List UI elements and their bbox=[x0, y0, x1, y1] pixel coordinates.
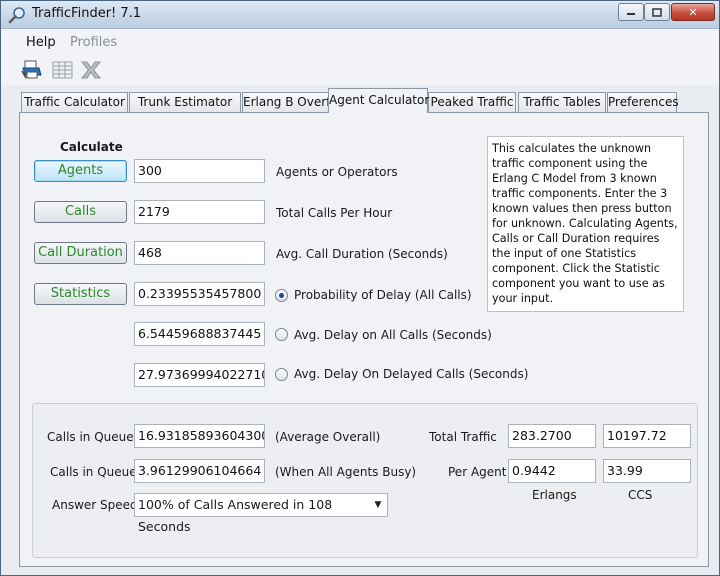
answer-speed-label: Answer Speed bbox=[52, 498, 138, 512]
minimize-button[interactable] bbox=[618, 3, 644, 21]
close-icon: ✕ bbox=[688, 5, 698, 19]
total-traffic-ccs-field: 10197.72 bbox=[603, 424, 691, 448]
avg-delay-all-radio[interactable] bbox=[275, 328, 288, 341]
window-title: TrafficFinder! 7.1 bbox=[32, 6, 142, 21]
answer-speed-select[interactable]: 100% of Calls Answered in 108 Seconds ▼ bbox=[134, 493, 388, 534]
ccs-unit-label: CCS bbox=[628, 488, 653, 502]
avg-delay-delayed-field[interactable]: 27.97369994022710 bbox=[134, 363, 265, 387]
menu-bar: Help Profiles bbox=[1, 29, 719, 55]
per-agent-ccs-field: 33.99 bbox=[603, 459, 691, 483]
chevron-down-icon[interactable]: ▼ bbox=[369, 494, 387, 516]
call-duration-field[interactable]: 468 bbox=[134, 241, 265, 265]
calculate-heading: Calculate bbox=[60, 140, 123, 154]
excel-icon[interactable] bbox=[79, 59, 103, 81]
results-group bbox=[32, 403, 698, 558]
probability-of-delay-label: Probability of Delay (All Calls) bbox=[294, 288, 472, 302]
probability-of-delay-field[interactable]: 0.23395535457800 bbox=[134, 282, 265, 306]
calls-in-queue-busy-field: 3.96129906104664 bbox=[134, 459, 265, 483]
agents-button[interactable]: Agents bbox=[34, 160, 127, 182]
average-overall-note: (Average Overall) bbox=[275, 430, 381, 444]
spreadsheet-icon[interactable] bbox=[51, 59, 75, 81]
agents-field[interactable]: 300 bbox=[134, 159, 265, 183]
call-duration-label: Avg. Call Duration (Seconds) bbox=[276, 247, 448, 261]
agents-label: Agents or Operators bbox=[276, 165, 398, 179]
title-bar: TrafficFinder! 7.1 ✕ bbox=[1, 1, 719, 29]
calls-in-queue-label: Calls in Queue bbox=[47, 430, 134, 444]
call-duration-button[interactable]: Call Duration bbox=[34, 242, 127, 264]
avg-delay-all-label: Avg. Delay on All Calls (Seconds) bbox=[294, 328, 492, 342]
tab-trunk-estimator[interactable]: Trunk Estimator bbox=[129, 92, 241, 113]
print-icon[interactable] bbox=[21, 59, 45, 81]
close-button[interactable]: ✕ bbox=[671, 3, 715, 21]
app-window: TrafficFinder! 7.1 ✕ Help Profiles Traff… bbox=[0, 0, 720, 576]
toolbar bbox=[1, 55, 719, 85]
magnifier-app-icon bbox=[8, 6, 26, 24]
tab-agent-calculator[interactable]: Agent Calculator bbox=[328, 88, 429, 113]
calls-button[interactable]: Calls bbox=[34, 201, 127, 223]
tab-traffic-tables[interactable]: Traffic Tables bbox=[518, 92, 606, 113]
maximize-button[interactable] bbox=[644, 3, 670, 21]
info-description: This calculates the unknown traffic comp… bbox=[487, 136, 684, 312]
avg-delay-delayed-label: Avg. Delay On Delayed Calls (Seconds) bbox=[294, 367, 529, 381]
calls-label: Total Calls Per Hour bbox=[276, 206, 393, 220]
all-agents-busy-note: (When All Agents Busy) bbox=[275, 465, 417, 479]
calls-in-queue-overall-field: 16.93185893604300 bbox=[134, 424, 265, 448]
probability-of-delay-radio[interactable] bbox=[275, 289, 288, 302]
total-traffic-label: Total Traffic bbox=[429, 430, 497, 444]
menu-profiles[interactable]: Profiles bbox=[70, 35, 117, 50]
tab-traffic-calculator[interactable]: Traffic Calculator bbox=[21, 92, 128, 113]
total-traffic-erlangs-field: 283.2700 bbox=[508, 424, 596, 448]
per-agent-label: Per Agent bbox=[448, 465, 507, 479]
statistics-button[interactable]: Statistics bbox=[34, 283, 127, 305]
tab-preferences[interactable]: Preferences bbox=[607, 92, 679, 113]
calls-field[interactable]: 2179 bbox=[134, 200, 265, 224]
erlangs-unit-label: Erlangs bbox=[532, 488, 577, 502]
per-agent-erlangs-field: 0.9442 bbox=[508, 459, 596, 483]
avg-delay-delayed-radio[interactable] bbox=[275, 368, 288, 381]
calls-in-queue-busy-label: Calls in Queue bbox=[50, 465, 137, 479]
tab-peaked-traffic[interactable]: Peaked Traffic bbox=[428, 92, 516, 113]
menu-help[interactable]: Help bbox=[26, 35, 56, 50]
avg-delay-all-field[interactable]: 6.54459688837445 bbox=[134, 322, 265, 346]
